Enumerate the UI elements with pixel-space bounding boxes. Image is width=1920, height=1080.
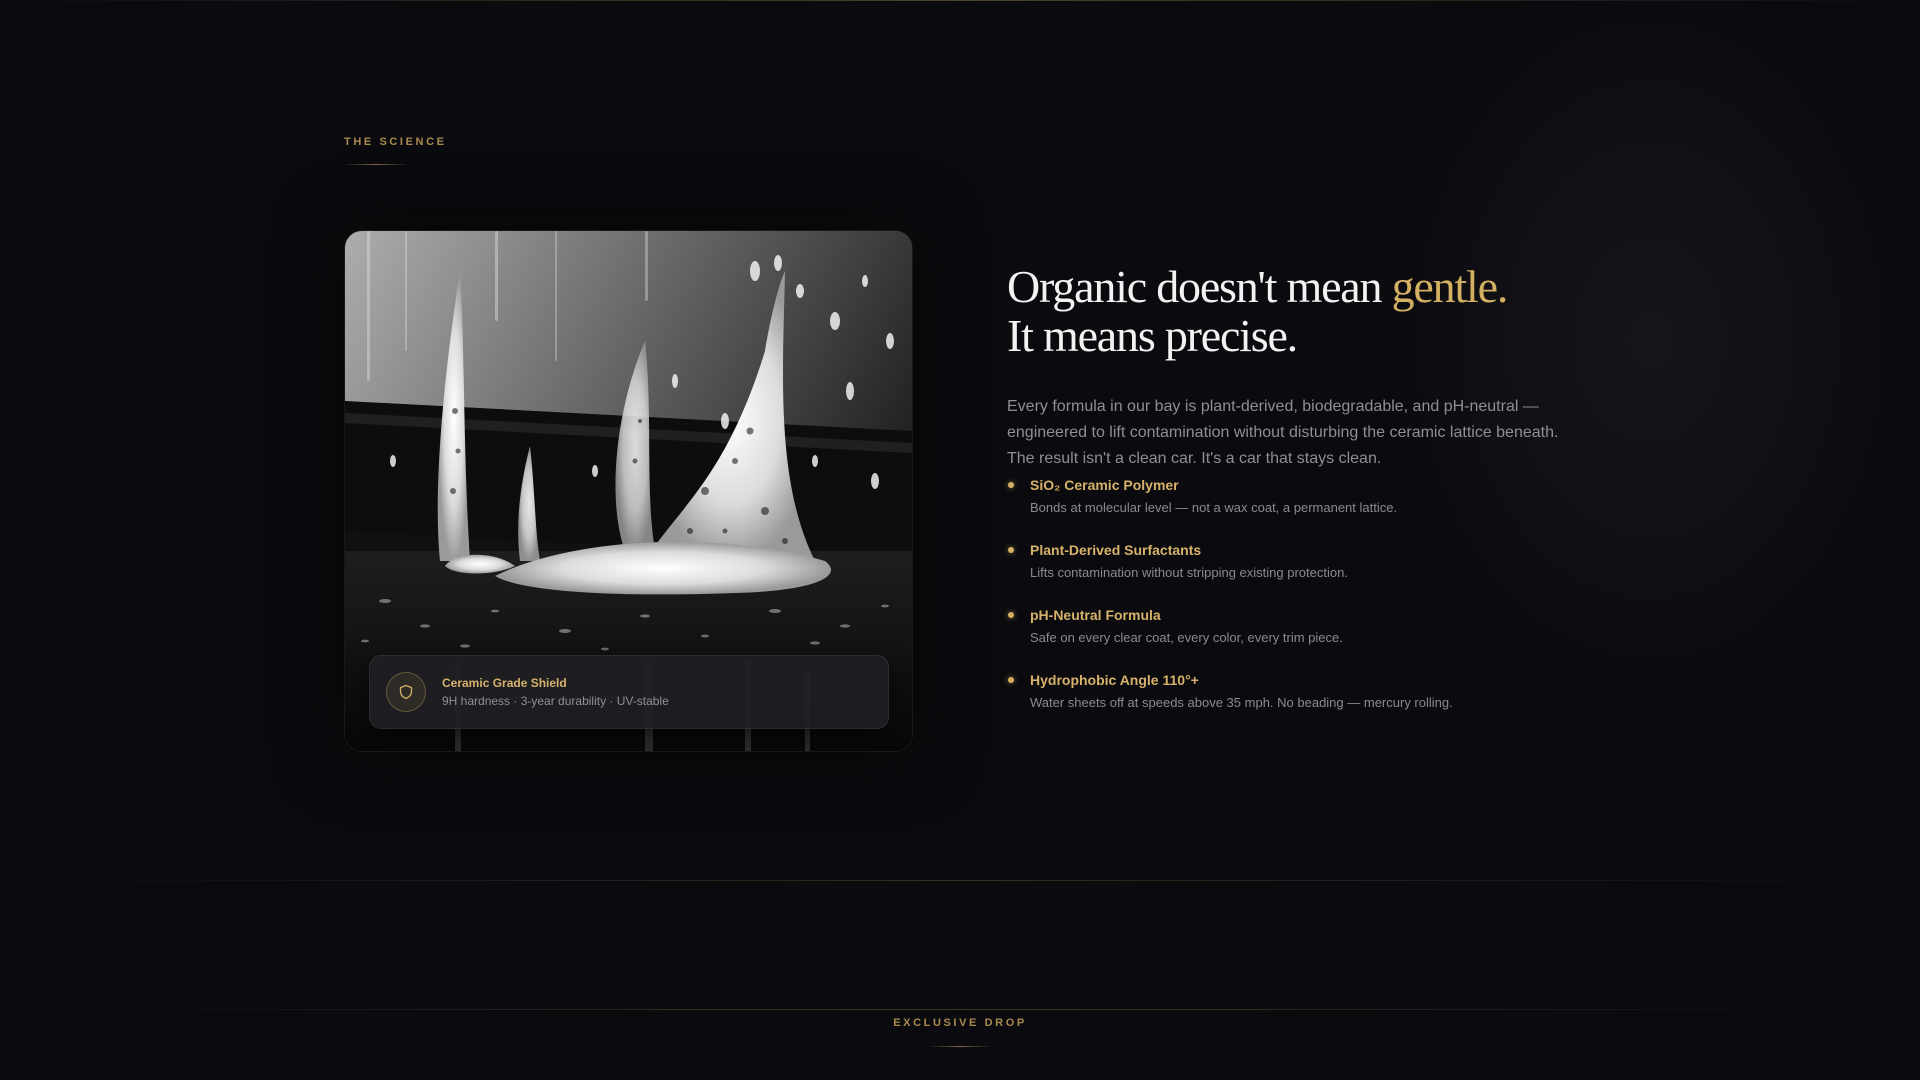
headline-line1-prefix: Organic doesn't mean: [1007, 261, 1392, 312]
eyebrow-underline: [344, 164, 408, 165]
feature-title: Hydrophobic Angle 110°+: [1030, 672, 1199, 688]
ceramic-shield-badge: Ceramic Grade Shield 9H hardness · 3-yea…: [369, 655, 889, 729]
section-eyebrow: THE SCIENCE: [344, 136, 447, 148]
headline-accent-word: gentle.: [1391, 261, 1509, 312]
shield-icon: [386, 672, 426, 712]
badge-subtitle: 9H hardness · 3-year durability · UV-sta…: [442, 694, 669, 708]
feature-title: SiO₂ Ceramic Polymer: [1030, 477, 1179, 493]
badge-title: Ceramic Grade Shield: [442, 676, 567, 690]
section-divider: [100, 1009, 1820, 1010]
next-section-eyebrow: EXCLUSIVE DROP: [893, 1017, 1027, 1029]
science-image-card: Ceramic Grade Shield 9H hardness · 3-yea…: [344, 230, 913, 752]
page: THE SCIENCE Ceramic Grade Shield 9H hard…: [0, 0, 1920, 1080]
feature-title: Plant-Derived Surfactants: [1030, 542, 1202, 558]
feature-description: Water sheets off at speeds above 35 mph.…: [1030, 695, 1453, 710]
bullet-dot-icon: [1008, 677, 1014, 683]
section-headline: Organic doesn't mean gentle. It means pr…: [1007, 261, 1509, 361]
feature-description: Bonds at molecular level — not a wax coa…: [1030, 500, 1398, 515]
section-divider: [40, 880, 1880, 881]
feature-item: SiO₂ Ceramic Polymer Bonds at molecular …: [1007, 476, 1567, 541]
next-section-underline: [928, 1046, 992, 1047]
bullet-dot-icon: [1008, 612, 1014, 618]
feature-item: pH-Neutral Formula Safe on every clear c…: [1007, 606, 1567, 671]
feature-description: Lifts contamination without stripping ex…: [1030, 565, 1348, 580]
feature-item: Plant-Derived Surfactants Lifts contamin…: [1007, 541, 1567, 606]
feature-list: SiO₂ Ceramic Polymer Bonds at molecular …: [1007, 476, 1567, 736]
bullet-dot-icon: [1008, 547, 1014, 553]
headline-line2: It means precise.: [1007, 310, 1298, 361]
top-accent-line: [0, 0, 1920, 1]
section-body: Every formula in our bay is plant-derive…: [1007, 398, 1559, 467]
feature-title: pH-Neutral Formula: [1030, 607, 1161, 623]
bullet-dot-icon: [1008, 482, 1014, 488]
feature-item: Hydrophobic Angle 110°+ Water sheets off…: [1007, 671, 1567, 736]
feature-description: Safe on every clear coat, every color, e…: [1030, 630, 1343, 645]
